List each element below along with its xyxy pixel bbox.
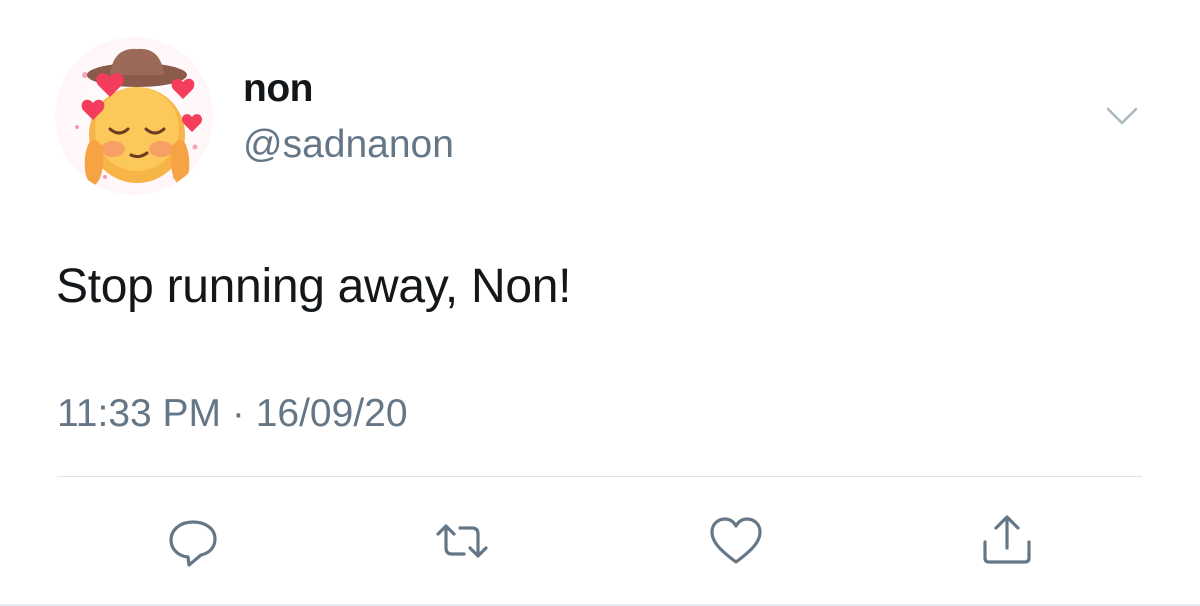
divider bbox=[57, 476, 1142, 477]
share-icon bbox=[983, 515, 1031, 564]
like-button[interactable] bbox=[706, 512, 766, 570]
tweet-time: 11:33 PM bbox=[57, 392, 222, 435]
avatar[interactable] bbox=[55, 37, 213, 195]
reply-button[interactable] bbox=[163, 512, 223, 570]
reply-icon bbox=[169, 520, 217, 567]
user-handle[interactable]: @sadnanon bbox=[243, 122, 454, 168]
tweet-card: non @sadnanon Stop running away, Non! 11… bbox=[0, 0, 1200, 606]
tweet-date: 16/09/20 bbox=[255, 392, 408, 435]
display-name[interactable]: non bbox=[243, 66, 313, 112]
emoji-avatar-icon bbox=[75, 48, 203, 185]
retweet-icon bbox=[436, 524, 488, 558]
chevron-down-icon[interactable] bbox=[1104, 100, 1140, 130]
heart-icon bbox=[710, 517, 762, 564]
retweet-button[interactable] bbox=[432, 512, 492, 570]
tweet-timestamp[interactable]: 11:33 PM · 16/09/20 bbox=[57, 390, 408, 438]
meta-separator: · bbox=[221, 392, 256, 435]
tweet-text: Stop running away, Non! bbox=[56, 260, 572, 313]
share-button[interactable] bbox=[977, 512, 1037, 570]
